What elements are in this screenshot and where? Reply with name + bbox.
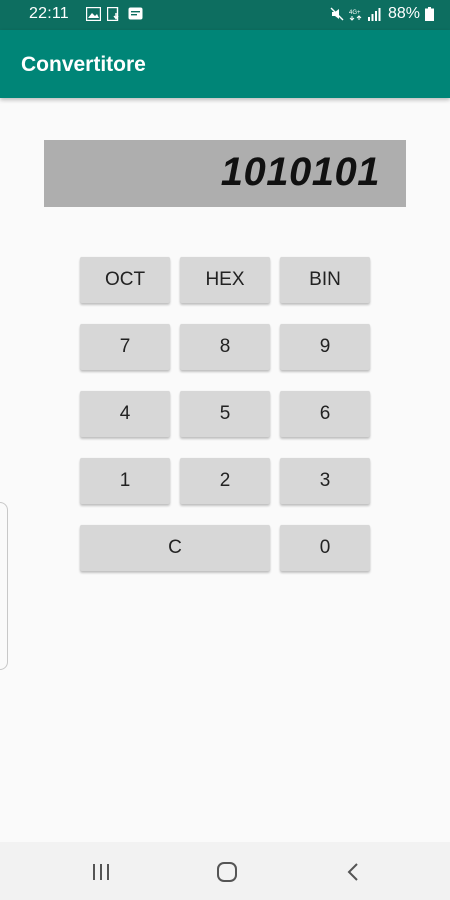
message-icon: [128, 7, 143, 20]
digit-6-button[interactable]: 6: [280, 391, 370, 437]
status-time: 22:11: [29, 5, 69, 22]
status-right: 4G+ 88%: [330, 5, 434, 23]
result-display: 1010101: [44, 140, 406, 207]
back-button[interactable]: [338, 857, 368, 887]
digit-8-button[interactable]: 8: [180, 324, 270, 370]
recent-apps-button[interactable]: [86, 857, 116, 887]
digit-7-button[interactable]: 7: [80, 324, 170, 370]
digit-9-button[interactable]: 9: [280, 324, 370, 370]
navigation-bar: [0, 842, 450, 900]
home-button[interactable]: [212, 857, 242, 887]
bin-button[interactable]: BIN: [280, 257, 370, 303]
digit-5-button[interactable]: 5: [180, 391, 270, 437]
download-icon: [107, 7, 119, 21]
digit-0-button[interactable]: 0: [280, 525, 370, 571]
digit-4-button[interactable]: 4: [80, 391, 170, 437]
image-icon: [86, 7, 101, 21]
home-icon: [217, 862, 237, 882]
app-title: Convertitore: [21, 53, 146, 76]
digit-3-button[interactable]: 3: [280, 458, 370, 504]
notification-icons: [86, 7, 143, 21]
status-bar: 22:11 4G+ 88%: [0, 0, 450, 30]
4g-icon: 4G+: [349, 10, 362, 21]
edge-panel-handle[interactable]: [0, 502, 8, 670]
hex-button[interactable]: HEX: [180, 257, 270, 303]
signal-icon: [367, 8, 381, 21]
oct-button[interactable]: OCT: [80, 257, 170, 303]
digit-1-button[interactable]: 1: [80, 458, 170, 504]
back-icon: [347, 863, 358, 881]
display-value: 1010101: [220, 150, 380, 194]
mute-icon: [330, 7, 344, 21]
app-bar: Convertitore: [0, 30, 450, 98]
clear-button[interactable]: C: [80, 525, 270, 571]
battery-icon: [425, 7, 434, 21]
recent-apps-icon: [93, 864, 109, 880]
svg-text:4G+: 4G+: [349, 10, 361, 16]
battery-percent: 88%: [387, 5, 420, 22]
digit-2-button[interactable]: 2: [180, 458, 270, 504]
